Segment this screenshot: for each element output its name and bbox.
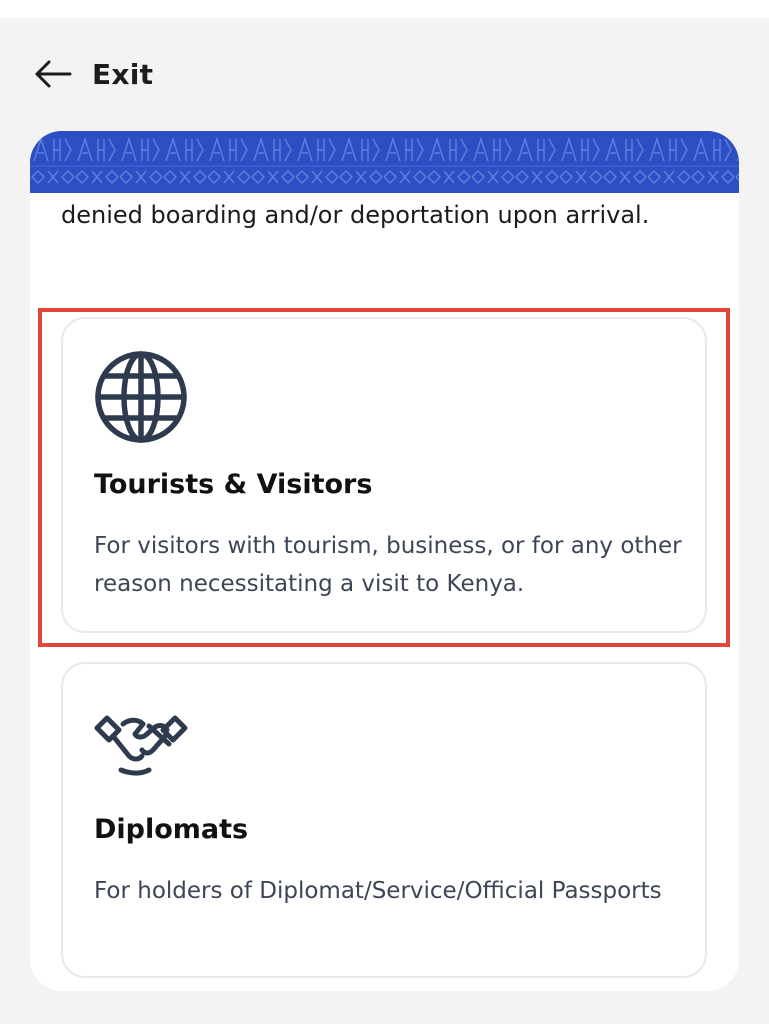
options-panel: denied boarding and/or deportation upon …: [30, 131, 739, 991]
page-background: Exit denied boarding and/or deportation …: [0, 18, 769, 1024]
card-title: Diplomats: [94, 814, 249, 845]
exit-label: Exit: [92, 57, 154, 91]
arrow-left-icon: [34, 59, 72, 89]
handshake-icon: [93, 694, 189, 790]
card-description: For holders of Diplomat/Service/Official…: [94, 878, 662, 904]
card-description: For visitors with tourism, business, or …: [94, 533, 682, 597]
decorative-banner: [30, 131, 739, 193]
tourists-visitors-card[interactable]: Tourists & Visitors For visitors with to…: [61, 317, 707, 633]
card-title: Tourists & Visitors: [94, 469, 373, 500]
exit-button[interactable]: Exit: [34, 56, 153, 92]
intro-text: denied boarding and/or deportation upon …: [61, 201, 650, 229]
diplomats-card[interactable]: Diplomats For holders of Diplomat/Servic…: [61, 662, 707, 978]
globe-icon: [93, 349, 189, 445]
